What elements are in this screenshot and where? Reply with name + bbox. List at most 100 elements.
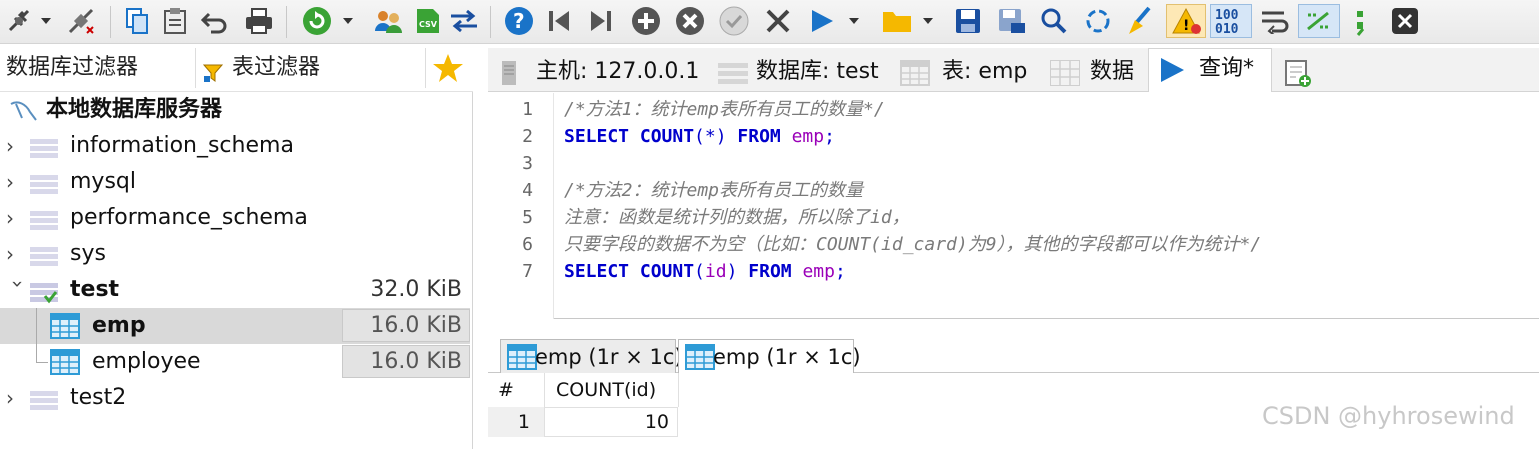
refresh-icon[interactable] bbox=[298, 4, 336, 38]
line-number: 2 bbox=[522, 126, 533, 147]
tree-table-label: employee bbox=[92, 349, 201, 374]
grid-cell[interactable]: 10 bbox=[544, 407, 678, 437]
dropdown-arrow-icon[interactable] bbox=[920, 4, 936, 38]
dropdown-arrow-icon[interactable] bbox=[340, 4, 356, 38]
code-token: 只要字段的数据不为空（比如：COUNT(id_card)为9），其他的字段都可以… bbox=[564, 234, 1262, 255]
tree-table-emp[interactable]: emp 16.0 KiB bbox=[0, 308, 470, 344]
save-as-icon[interactable] bbox=[994, 4, 1030, 38]
chevron-right-icon[interactable]: › bbox=[6, 380, 26, 416]
code-token: ; bbox=[834, 261, 846, 282]
new-query-tab-button[interactable] bbox=[1280, 52, 1316, 92]
tree-item-sys[interactable]: › sys bbox=[0, 236, 470, 272]
close-tab-icon[interactable] bbox=[1388, 4, 1422, 38]
grid-cell-value: 10 bbox=[644, 411, 669, 433]
code-token: FROM bbox=[737, 126, 792, 147]
svg-text:!: ! bbox=[1183, 18, 1189, 34]
database-icon bbox=[30, 388, 58, 410]
undo-icon[interactable] bbox=[198, 4, 232, 38]
svg-text:100: 100 bbox=[1215, 8, 1239, 23]
result-tab-label: emp (1r × 1c) bbox=[713, 345, 861, 369]
sql-editor[interactable]: 1 2 3 4 5 6 7 /*方法1：统计emp表所有员工的数量*/ SELECT COUN… bbox=[488, 93, 1539, 319]
tab-label: 数据 bbox=[1090, 59, 1135, 84]
disconnect-icon[interactable] bbox=[62, 4, 100, 38]
code-token: id bbox=[704, 261, 727, 282]
tab-table[interactable]: 表: emp bbox=[890, 52, 1038, 92]
tree-root-label: 本地数据库服务器 bbox=[46, 97, 223, 122]
search-icon[interactable] bbox=[1036, 4, 1072, 38]
save-icon[interactable] bbox=[950, 4, 986, 38]
reload-icon[interactable] bbox=[1080, 4, 1116, 38]
code-line[interactable]: SELECT COUNT(*) FROM emp; bbox=[564, 124, 835, 150]
tab-host[interactable]: 主机: 127.0.0.1 bbox=[488, 52, 706, 92]
chevron-right-icon[interactable]: › bbox=[6, 236, 26, 272]
star-icon[interactable] bbox=[432, 52, 464, 84]
tree-item-performance_schema[interactable]: › performance_schema bbox=[0, 200, 470, 236]
code-line[interactable]: 只要字段的数据不为空（比如：COUNT(id_card)为9），其他的字段都可以… bbox=[564, 232, 1261, 258]
add-icon[interactable] bbox=[628, 4, 664, 38]
semicolon-icon[interactable] bbox=[1348, 4, 1372, 38]
chevron-right-icon[interactable]: › bbox=[6, 200, 26, 236]
print-icon[interactable] bbox=[240, 4, 278, 38]
tree-item-test2[interactable]: › test2 bbox=[0, 380, 470, 416]
transfer-icon[interactable] bbox=[446, 4, 482, 38]
check-icon[interactable] bbox=[716, 4, 752, 38]
database-filter-input[interactable]: 数据库过滤器 bbox=[0, 48, 196, 88]
grid-row-header[interactable]: 1 bbox=[488, 407, 544, 437]
database-size: 32.0 KiB bbox=[370, 277, 462, 302]
grid-header-count[interactable]: COUNT(id) bbox=[556, 373, 656, 407]
tree-item-information_schema[interactable]: › information_schema bbox=[0, 128, 470, 164]
tree-item-label: test2 bbox=[70, 385, 127, 410]
tab-data[interactable]: 数据 bbox=[1040, 52, 1148, 92]
line-number: 4 bbox=[522, 180, 533, 201]
chevron-right-icon[interactable]: › bbox=[6, 164, 26, 200]
database-icon bbox=[30, 136, 58, 158]
line-number: 1 bbox=[522, 99, 533, 120]
code-token: FROM bbox=[748, 261, 803, 282]
database-active-icon bbox=[30, 280, 58, 304]
result-tab-1[interactable]: emp (1r × 1c) bbox=[500, 339, 683, 373]
run-icon[interactable] bbox=[804, 4, 840, 38]
last-icon[interactable] bbox=[584, 4, 618, 38]
tree-item-mysql[interactable]: › mysql bbox=[0, 164, 470, 200]
grid-header-rownum: # bbox=[498, 379, 514, 401]
result-tab-label: emp (1r × 1c) bbox=[535, 345, 683, 369]
code-token: (*) bbox=[694, 126, 738, 147]
folder-icon[interactable] bbox=[878, 4, 916, 38]
warning-icon[interactable]: ! bbox=[1166, 4, 1206, 38]
binary-icon[interactable]: 100 010 bbox=[1210, 4, 1252, 38]
explain-icon[interactable] bbox=[1298, 4, 1340, 38]
code-line[interactable]: /*方法1：统计emp表所有员工的数量*/ bbox=[564, 97, 885, 123]
delete-icon[interactable] bbox=[672, 4, 708, 38]
code-line[interactable]: SELECT COUNT(id) FROM emp; bbox=[564, 259, 846, 285]
plug-icon[interactable] bbox=[2, 4, 36, 38]
table-filter-input[interactable]: 表过滤器 bbox=[198, 48, 426, 88]
wrap-icon[interactable] bbox=[1256, 4, 1294, 38]
code-token: SELECT bbox=[564, 126, 640, 147]
dropdown-arrow-icon[interactable] bbox=[38, 4, 54, 38]
tree-table-employee[interactable]: employee 16.0 KiB bbox=[0, 344, 470, 380]
tree-root-server[interactable]: 本地数据库服务器 bbox=[0, 92, 470, 128]
line-number: 5 bbox=[522, 207, 533, 228]
code-token: /*方法2：统计emp表所有员工的数量 bbox=[564, 180, 864, 201]
dropdown-arrow-icon[interactable] bbox=[846, 4, 862, 38]
row-number: 1 bbox=[517, 411, 530, 433]
copy-icon[interactable] bbox=[120, 4, 154, 38]
tab-query[interactable]: 查询* bbox=[1148, 48, 1272, 92]
line-number: 6 bbox=[522, 234, 533, 255]
code-token: COUNT bbox=[639, 126, 695, 147]
close-x-icon[interactable] bbox=[760, 4, 796, 38]
first-icon[interactable] bbox=[542, 4, 576, 38]
user-manager-icon[interactable] bbox=[370, 4, 406, 38]
paste-icon[interactable] bbox=[158, 4, 192, 38]
csv-icon[interactable]: CSV bbox=[412, 4, 444, 38]
code-token: ) bbox=[726, 261, 749, 282]
code-line[interactable]: /*方法2：统计emp表所有员工的数量 bbox=[564, 178, 863, 204]
help-icon[interactable]: ? bbox=[502, 4, 536, 38]
format-sql-icon[interactable] bbox=[1122, 4, 1158, 38]
database-tree-panel: 数据库过滤器 表过滤器 本地数据库服务器 › information_schem… bbox=[0, 44, 473, 449]
tab-database[interactable]: 数据库: test bbox=[708, 52, 888, 92]
chevron-right-icon[interactable]: › bbox=[6, 128, 26, 164]
code-line[interactable]: 注意：函数是统计列的数据，所以除了id， bbox=[564, 205, 910, 231]
tree-item-test[interactable]: › test 32.0 KiB bbox=[0, 272, 470, 308]
result-tab-2[interactable]: emp (1r × 1c) bbox=[678, 339, 861, 373]
